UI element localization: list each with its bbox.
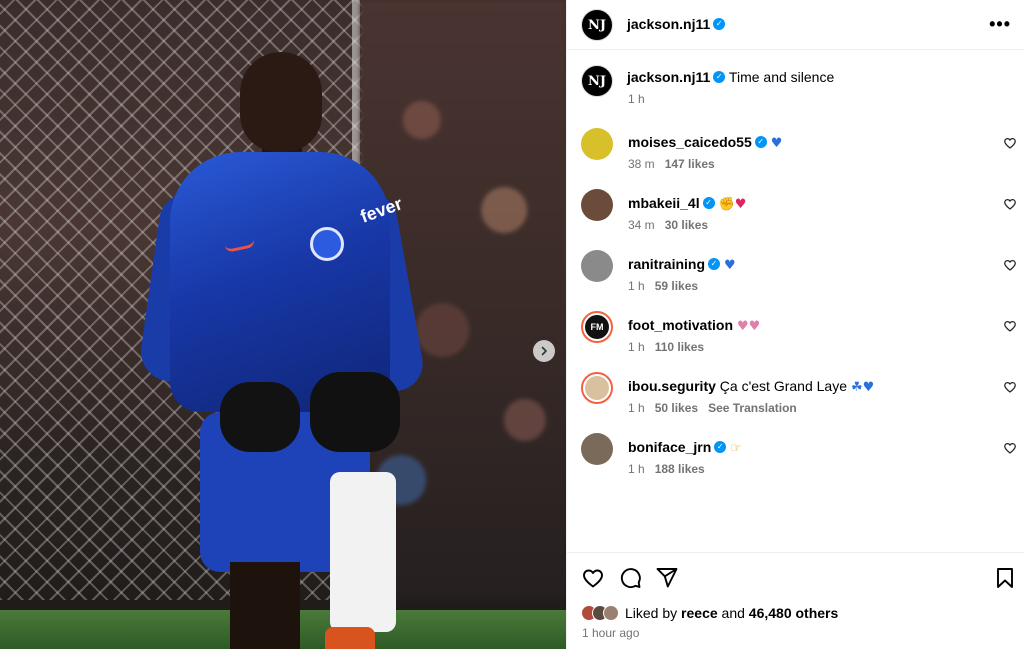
comment-username[interactable]: ibou.segurity	[628, 378, 716, 394]
comment-username[interactable]: foot_motivation	[628, 317, 733, 333]
chevron-right-icon	[541, 346, 547, 356]
comment-time[interactable]: 1 h	[628, 462, 645, 476]
comment-likes[interactable]: 59 likes	[655, 279, 698, 293]
heart-icon	[1004, 320, 1016, 332]
club-crest	[310, 227, 344, 261]
caption-time: 1 h	[628, 92, 645, 106]
comment-time[interactable]: 38 m	[628, 157, 655, 171]
more-horizontal-icon: •••	[989, 14, 1011, 34]
next-media-button[interactable]	[533, 340, 555, 362]
comment-time[interactable]: 1 h	[628, 279, 645, 293]
emoji-icon: ✊♥	[718, 197, 747, 212]
post-caption: NJ jackson.nj11 ✓ Time and silence 1 h	[567, 62, 1024, 108]
bookmark-icon	[997, 568, 1013, 588]
see-translation-link[interactable]: See Translation	[708, 401, 797, 415]
emoji-icon: ☘♥	[850, 380, 875, 395]
post-media: fever	[0, 0, 566, 649]
comment-likes[interactable]: 188 likes	[655, 462, 705, 476]
caption-author-avatar[interactable]: NJ	[581, 65, 613, 97]
comment-avatar[interactable]	[581, 250, 613, 282]
comment-likes[interactable]: 110 likes	[655, 340, 704, 354]
comment-icon	[620, 568, 641, 589]
liker-avatars	[581, 605, 619, 621]
caption-author-username[interactable]: jackson.nj11	[627, 69, 710, 85]
liker-avatar	[603, 605, 619, 621]
post-actions: Liked by reece and 46,480 others 1 hour …	[567, 552, 1024, 649]
verified-badge-icon: ✓	[713, 18, 726, 31]
comment-likes[interactable]: 147 likes	[665, 157, 715, 171]
comment-like-button[interactable]	[1003, 258, 1017, 272]
comment-username[interactable]: mbakeii_4l	[628, 195, 700, 211]
comment-avatar[interactable]	[581, 128, 613, 160]
comment-username[interactable]: moises_caicedo55	[628, 134, 752, 150]
emoji-icon: ♥	[724, 258, 736, 273]
post-side-panel: NJ jackson.nj11 ✓ ••• NJ jackson.nj11 ✓ Ti…	[566, 0, 1024, 649]
heart-icon	[583, 569, 603, 588]
verified-badge-icon: ✓	[714, 441, 727, 454]
player-glove	[310, 372, 400, 452]
comment-row: boniface_jrn ✓ ☞ 1 h 188 likes	[567, 433, 1024, 493]
player-sock	[330, 472, 396, 632]
likes-others-count[interactable]: 46,480 others	[749, 605, 839, 621]
verified-badge-icon: ✓	[702, 197, 715, 210]
verified-badge-icon: ✓	[754, 136, 767, 149]
comment-time[interactable]: 1 h	[628, 340, 645, 354]
comment-like-button[interactable]	[1003, 441, 1017, 455]
comment-avatar[interactable]	[581, 189, 613, 221]
more-options-button[interactable]: •••	[989, 14, 1011, 35]
comment-like-button[interactable]	[1003, 136, 1017, 150]
comment-username[interactable]: boniface_jrn	[628, 439, 711, 455]
player-photo: fever	[137, 52, 427, 649]
emoji-icon: ☞	[730, 441, 742, 456]
comment-time[interactable]: 34 m	[628, 218, 655, 232]
verified-badge-icon: ✓	[713, 71, 726, 84]
comment-row: FM foot_motivation ♥♥ 1 h 110 likes	[567, 311, 1024, 371]
comment-row: mbakeii_4l ✓ ✊♥ 34 m 30 likes	[567, 189, 1024, 249]
like-button[interactable]	[581, 566, 605, 590]
author-avatar[interactable]: NJ	[581, 9, 613, 41]
liker-username[interactable]: reece	[681, 605, 718, 621]
likes-summary[interactable]: Liked by reece and 46,480 others	[581, 605, 838, 621]
comment-avatar[interactable]	[581, 433, 613, 465]
comment-row: ranitraining ✓ ♥ 1 h 59 likes	[567, 250, 1024, 310]
player-glove	[220, 382, 300, 452]
verified-badge-icon: ✓	[708, 258, 721, 271]
comment-text: Ça c'est Grand Laye	[719, 378, 847, 394]
paper-plane-icon	[656, 568, 678, 588]
heart-icon	[1004, 137, 1016, 149]
post-timestamp[interactable]: 1 hour ago	[582, 626, 639, 640]
comment-username[interactable]: ranitraining	[628, 256, 705, 272]
comment-avatar[interactable]: FM	[581, 311, 613, 343]
comment-time[interactable]: 1 h	[628, 401, 645, 415]
comment-button[interactable]	[618, 566, 642, 590]
post-header: NJ jackson.nj11 ✓ •••	[567, 0, 1024, 50]
caption-text: Time and silence	[728, 69, 835, 85]
emoji-icon: ♥♥	[737, 319, 761, 334]
heart-icon	[1004, 381, 1016, 393]
comment-like-button[interactable]	[1003, 197, 1017, 211]
comment-avatar[interactable]	[581, 372, 613, 404]
heart-icon	[1004, 198, 1016, 210]
save-button[interactable]	[993, 566, 1017, 590]
player-head	[240, 52, 322, 152]
author-username[interactable]: jackson.nj11 ✓	[627, 16, 726, 32]
share-button[interactable]	[655, 566, 679, 590]
heart-icon	[1004, 259, 1016, 271]
comment-row: moises_caicedo55 ✓ ♥ 38 m 147 likes	[567, 128, 1024, 188]
comment-likes[interactable]: 30 likes	[665, 218, 708, 232]
heart-icon	[1004, 442, 1016, 454]
comment-likes[interactable]: 50 likes	[655, 401, 698, 415]
comment-like-button[interactable]	[1003, 380, 1017, 394]
comment-row: ibou.segurity Ça c'est Grand Laye ☘♥ 1 h 5…	[567, 372, 1024, 432]
player-boot	[325, 627, 375, 649]
comment-like-button[interactable]	[1003, 319, 1017, 333]
emoji-icon: ♥	[770, 136, 783, 151]
